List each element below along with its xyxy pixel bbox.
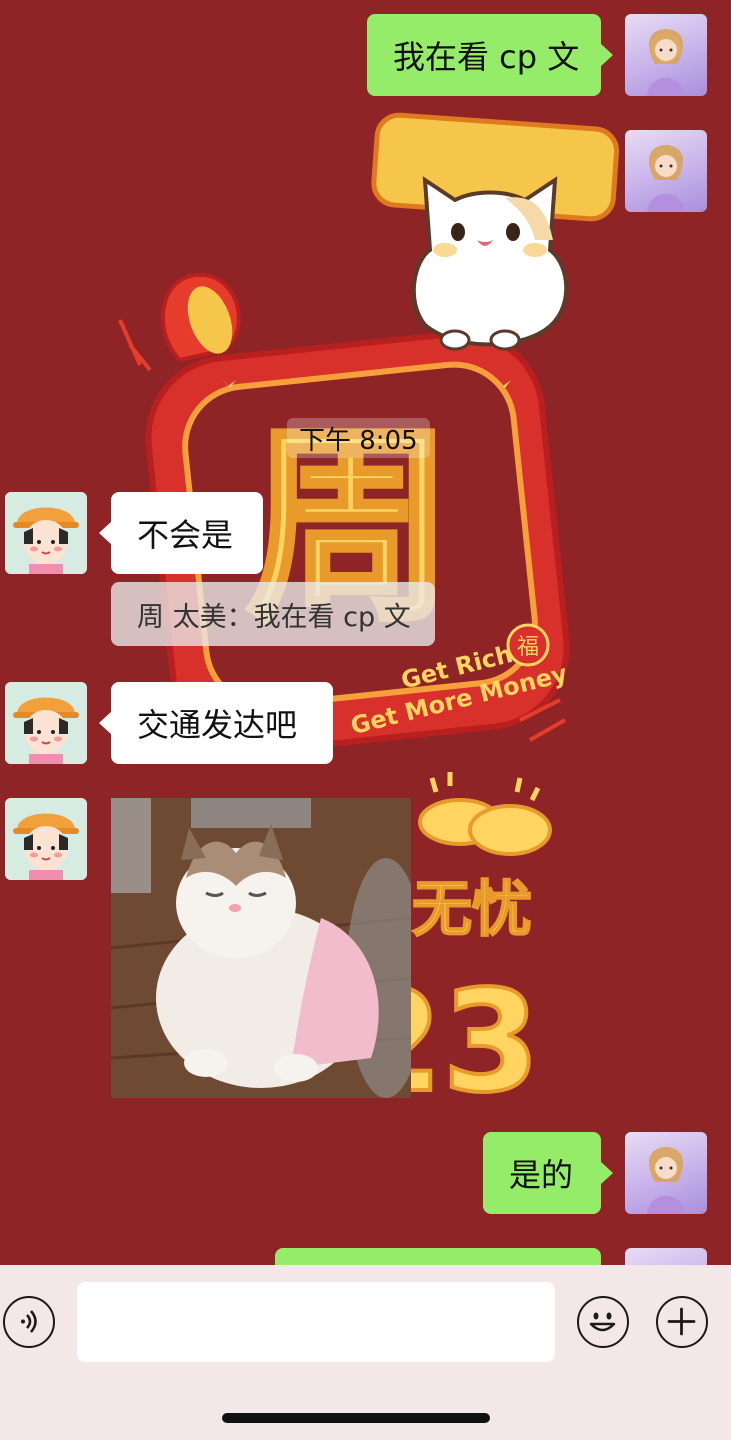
message-bubble-mine[interactable]: 是的 bbox=[483, 1132, 613, 1214]
message-bubble-mine[interactable]: 我在看 cp 文 bbox=[367, 14, 613, 96]
quoted-text: 周 太美：我在看 cp 文 bbox=[137, 601, 411, 633]
voice-input-button[interactable] bbox=[3, 1296, 55, 1348]
cartoon-girl-avatar-icon bbox=[5, 682, 87, 764]
timestamp-label: 下午 8:05 bbox=[287, 418, 430, 458]
girl-avatar-icon bbox=[647, 1147, 685, 1214]
message-text: 是的 bbox=[509, 1156, 574, 1194]
my-avatar[interactable] bbox=[625, 130, 707, 212]
emoji-button[interactable] bbox=[577, 1296, 629, 1348]
quoted-message[interactable]: 周 太美：我在看 cp 文 bbox=[111, 582, 435, 646]
cat-sticker[interactable] bbox=[385, 140, 585, 365]
girl-avatar-icon bbox=[647, 145, 685, 212]
emoji-icon bbox=[589, 1312, 616, 1332]
wallpaper-partial-text: 无忧 bbox=[412, 875, 532, 945]
my-avatar[interactable] bbox=[625, 14, 707, 96]
message-input[interactable] bbox=[77, 1282, 555, 1362]
contact-avatar[interactable] bbox=[5, 682, 87, 764]
message-text: 不会是 bbox=[137, 516, 234, 554]
home-indicator[interactable] bbox=[222, 1413, 490, 1423]
message-bubble-other[interactable]: 不会是 bbox=[99, 492, 263, 574]
cartoon-girl-avatar-icon bbox=[5, 798, 87, 880]
more-actions-button[interactable] bbox=[656, 1296, 708, 1348]
cartoon-girl-avatar-icon bbox=[5, 492, 87, 574]
image-message[interactable] bbox=[111, 798, 411, 1098]
voice-icon bbox=[21, 1310, 37, 1333]
wallpaper-fu-char: 福 bbox=[517, 635, 539, 660]
contact-avatar[interactable] bbox=[5, 798, 87, 880]
message-text: 交通发达吧 bbox=[137, 706, 298, 744]
contact-avatar[interactable] bbox=[5, 492, 87, 574]
message-bubble-other[interactable]: 交通发达吧 bbox=[99, 682, 333, 764]
girl-avatar-icon bbox=[647, 29, 685, 96]
cat-photo-icon bbox=[111, 798, 411, 1098]
message-text: 我在看 cp 文 bbox=[393, 38, 580, 76]
my-avatar[interactable] bbox=[625, 1132, 707, 1214]
add-icon bbox=[667, 1307, 696, 1336]
